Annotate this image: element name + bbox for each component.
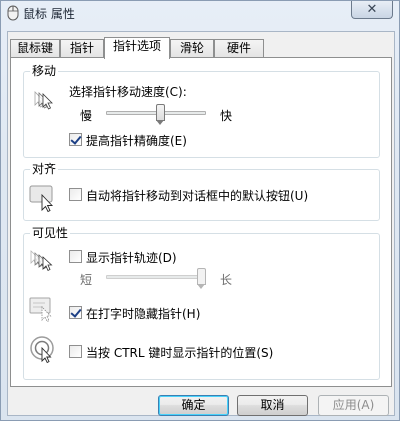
ctrl-locate-icon	[30, 336, 54, 364]
mouse-properties-window: 鼠标 属性 ✕ 鼠标键 指针 指针选项 滑轮 硬件 移动 选择指针移动速度(C)…	[0, 0, 400, 421]
precision-checkbox[interactable]	[69, 133, 82, 146]
mouse-icon	[7, 5, 19, 21]
speed-slider-thumb[interactable]	[156, 104, 165, 125]
close-button[interactable]: ✕	[351, 1, 393, 19]
ok-button[interactable]: 确定	[158, 395, 229, 416]
close-icon: ✕	[366, 2, 378, 17]
speed-slider[interactable]	[106, 104, 206, 125]
slow-label: 慢	[80, 109, 93, 123]
speed-label: 选择指针移动速度(C):	[69, 85, 187, 99]
title-bar[interactable]: 鼠标 属性 ✕	[1, 1, 399, 25]
pointer-options-panel: 移动 选择指针移动速度(C): 慢 快 提高指针精确度(E) 对齐 自动将指针移…	[10, 57, 392, 387]
visibility-group: 可见性 显示指针轨迹(D) 短 长 在打字时隐藏指针(H) 当按 CTRL 键时…	[23, 226, 380, 380]
tab-buttons[interactable]: 鼠标键	[10, 39, 60, 58]
snap-to-label[interactable]: 自动将指针移动到对话框中的默认按钮(U)	[86, 187, 308, 204]
trails-length-slider[interactable]	[106, 268, 206, 289]
pointer-trails-label[interactable]: 显示指针轨迹(D)	[86, 249, 177, 266]
dialog-client-area: 鼠标键 指针 指针选项 滑轮 硬件 移动 选择指针移动速度(C): 慢 快 提高…	[7, 31, 395, 416]
apply-button[interactable]: 应用(A)	[318, 395, 389, 416]
fast-label: 快	[220, 109, 233, 123]
tab-pointer-options[interactable]: 指针选项	[104, 37, 170, 59]
window-title: 鼠标 属性	[23, 7, 75, 21]
ctrl-locate-checkbox[interactable]	[69, 345, 82, 358]
motion-group-title: 移动	[30, 64, 59, 78]
short-label: 短	[80, 273, 93, 287]
snap-to-default-icon	[29, 185, 54, 213]
snap-to-group: 对齐 自动将指针移动到对话框中的默认按钮(U)	[23, 162, 380, 221]
cancel-button[interactable]: 取消	[237, 395, 308, 416]
tab-hardware[interactable]: 硬件	[214, 39, 264, 58]
trails-slider-track	[106, 275, 206, 279]
hide-while-typing-checkbox[interactable]	[69, 306, 82, 319]
tab-pointers[interactable]: 指针	[60, 39, 104, 58]
precision-label[interactable]: 提高指针精确度(E)	[86, 132, 187, 149]
long-label: 长	[220, 273, 233, 287]
ctrl-locate-label[interactable]: 当按 CTRL 键时显示指针的位置(S)	[86, 344, 273, 361]
motion-group: 移动 选择指针移动速度(C): 慢 快 提高指针精确度(E)	[23, 64, 380, 158]
snap-group-title: 对齐	[30, 162, 59, 176]
pointer-trails-checkbox[interactable]	[69, 250, 82, 263]
hide-while-typing-label[interactable]: 在打字时隐藏指针(H)	[86, 305, 200, 322]
snap-to-checkbox[interactable]	[69, 188, 82, 201]
tab-wheel[interactable]: 滑轮	[170, 39, 214, 58]
trails-slider-thumb[interactable]	[197, 268, 206, 289]
hide-while-typing-icon	[29, 297, 52, 323]
pointer-speed-icon	[34, 91, 53, 110]
pointer-trails-icon	[30, 250, 53, 272]
visibility-group-title: 可见性	[30, 226, 71, 240]
